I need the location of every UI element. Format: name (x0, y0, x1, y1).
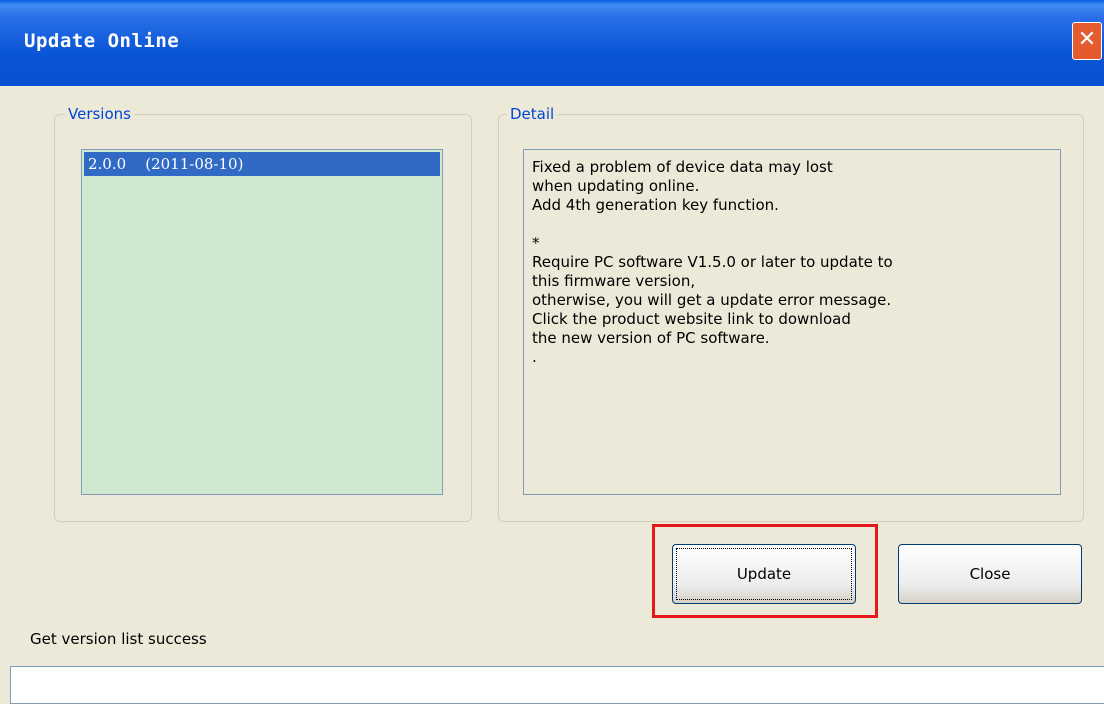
versions-list[interactable]: 2.0.0 (2011-08-10) (81, 149, 443, 495)
detail-legend: Detail (507, 104, 558, 124)
close-icon: ✕ (1077, 27, 1097, 52)
close-window-button[interactable]: ✕ (1072, 22, 1102, 60)
versions-legend: Versions (65, 104, 134, 124)
title-bar[interactable]: Update Online ✕ (0, 0, 1104, 86)
close-button[interactable]: Close (898, 544, 1082, 604)
list-item[interactable]: 2.0.0 (2011-08-10) (84, 152, 440, 176)
dialog-body: Versions 2.0.0 (2011-08-10) Detail Fixed… (0, 86, 1104, 704)
status-text: Get version list success (30, 630, 207, 648)
update-button[interactable]: Update (672, 544, 856, 604)
detail-text[interactable]: Fixed a problem of device data may lost … (523, 149, 1061, 495)
close-button-label: Close (969, 565, 1011, 583)
window-title: Update Online (24, 30, 180, 52)
focus-ring (676, 548, 852, 600)
progress-bar (10, 666, 1104, 704)
versions-group: Versions 2.0.0 (2011-08-10) (54, 104, 472, 522)
detail-group: Detail Fixed a problem of device data ma… (498, 104, 1084, 522)
